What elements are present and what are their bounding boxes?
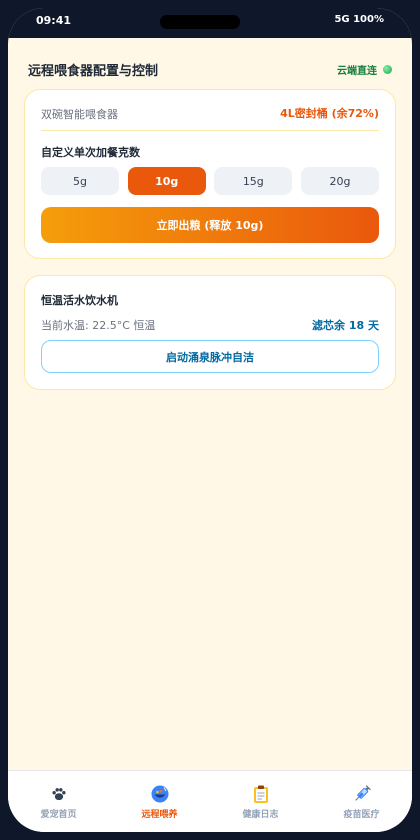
feeder-name: 双碗智能喂食器 bbox=[41, 108, 118, 121]
water-fountain-card: 恒温活水饮水机 当前水温: 22.5°C 恒温 滤芯余 18 天 启动涌泉脉冲自… bbox=[24, 275, 396, 390]
camera-notch bbox=[160, 15, 240, 29]
tab-home[interactable]: 爱宠首页 bbox=[8, 771, 109, 832]
bowl-icon bbox=[150, 784, 170, 804]
status-time: 09:41 bbox=[36, 14, 72, 27]
status-signal-battery: 5G 100% bbox=[334, 14, 384, 25]
self-clean-button[interactable]: 启动涌泉脉冲自洁 bbox=[41, 340, 379, 373]
card-divider bbox=[41, 130, 379, 131]
water-temperature: 当前水温: 22.5°C 恒温 bbox=[41, 319, 156, 332]
status-bar: 09:41 5G 100% bbox=[8, 8, 412, 38]
app-screen: 09:41 5G 100% 远程喂食器配置与控制 云端直连 双碗智能喂食器 4L… bbox=[8, 8, 412, 832]
cloud-status: 云端直连 bbox=[337, 62, 392, 77]
portion-option-10g[interactable]: 10g bbox=[127, 167, 206, 195]
online-dot-icon bbox=[383, 65, 392, 74]
portion-option-15g[interactable]: 15g bbox=[214, 167, 293, 195]
portion-option-20g[interactable]: 20g bbox=[300, 167, 379, 195]
syringe-icon bbox=[352, 784, 372, 804]
tab-vaccine-medical[interactable]: 疫苗医疗 bbox=[311, 771, 412, 832]
bucket-status: 4L密封桶 (余72%) bbox=[280, 107, 379, 120]
page-title: 远程喂食器配置与控制 bbox=[28, 64, 159, 79]
tab-remote-feeding[interactable]: 远程喂养 bbox=[109, 771, 210, 832]
portion-option-5g[interactable]: 5g bbox=[41, 167, 119, 195]
bottom-tab-bar: 爱宠首页 远程喂养 健康日志 疫苗医疗 bbox=[8, 770, 412, 832]
clipboard-icon bbox=[251, 784, 271, 804]
tab-health-log[interactable]: 健康日志 bbox=[210, 771, 311, 832]
feeder-card: 双碗智能喂食器 4L密封桶 (余72%) 自定义单次加餐克数 5g 10g 15… bbox=[24, 89, 396, 259]
tab-health-log-label: 健康日志 bbox=[242, 810, 279, 820]
water-fountain-title: 恒温活水饮水机 bbox=[41, 294, 118, 307]
page-header: 远程喂食器配置与控制 云端直连 bbox=[28, 60, 392, 82]
cloud-status-label: 云端直连 bbox=[337, 66, 377, 77]
tab-remote-feeding-label: 远程喂养 bbox=[141, 810, 178, 820]
tab-home-label: 爱宠首页 bbox=[40, 810, 77, 820]
portion-selector: 5g 10g 15g 20g bbox=[41, 167, 379, 195]
paw-icon bbox=[49, 784, 69, 804]
portion-label: 自定义单次加餐克数 bbox=[41, 146, 140, 159]
tab-vaccine-medical-label: 疫苗医疗 bbox=[343, 810, 380, 820]
dispense-button[interactable]: 立即出粮 (释放 10g) bbox=[41, 207, 379, 243]
filter-remaining: 滤芯余 18 天 bbox=[312, 319, 379, 332]
phone-frame: 09:41 5G 100% 远程喂食器配置与控制 云端直连 双碗智能喂食器 4L… bbox=[0, 0, 420, 840]
